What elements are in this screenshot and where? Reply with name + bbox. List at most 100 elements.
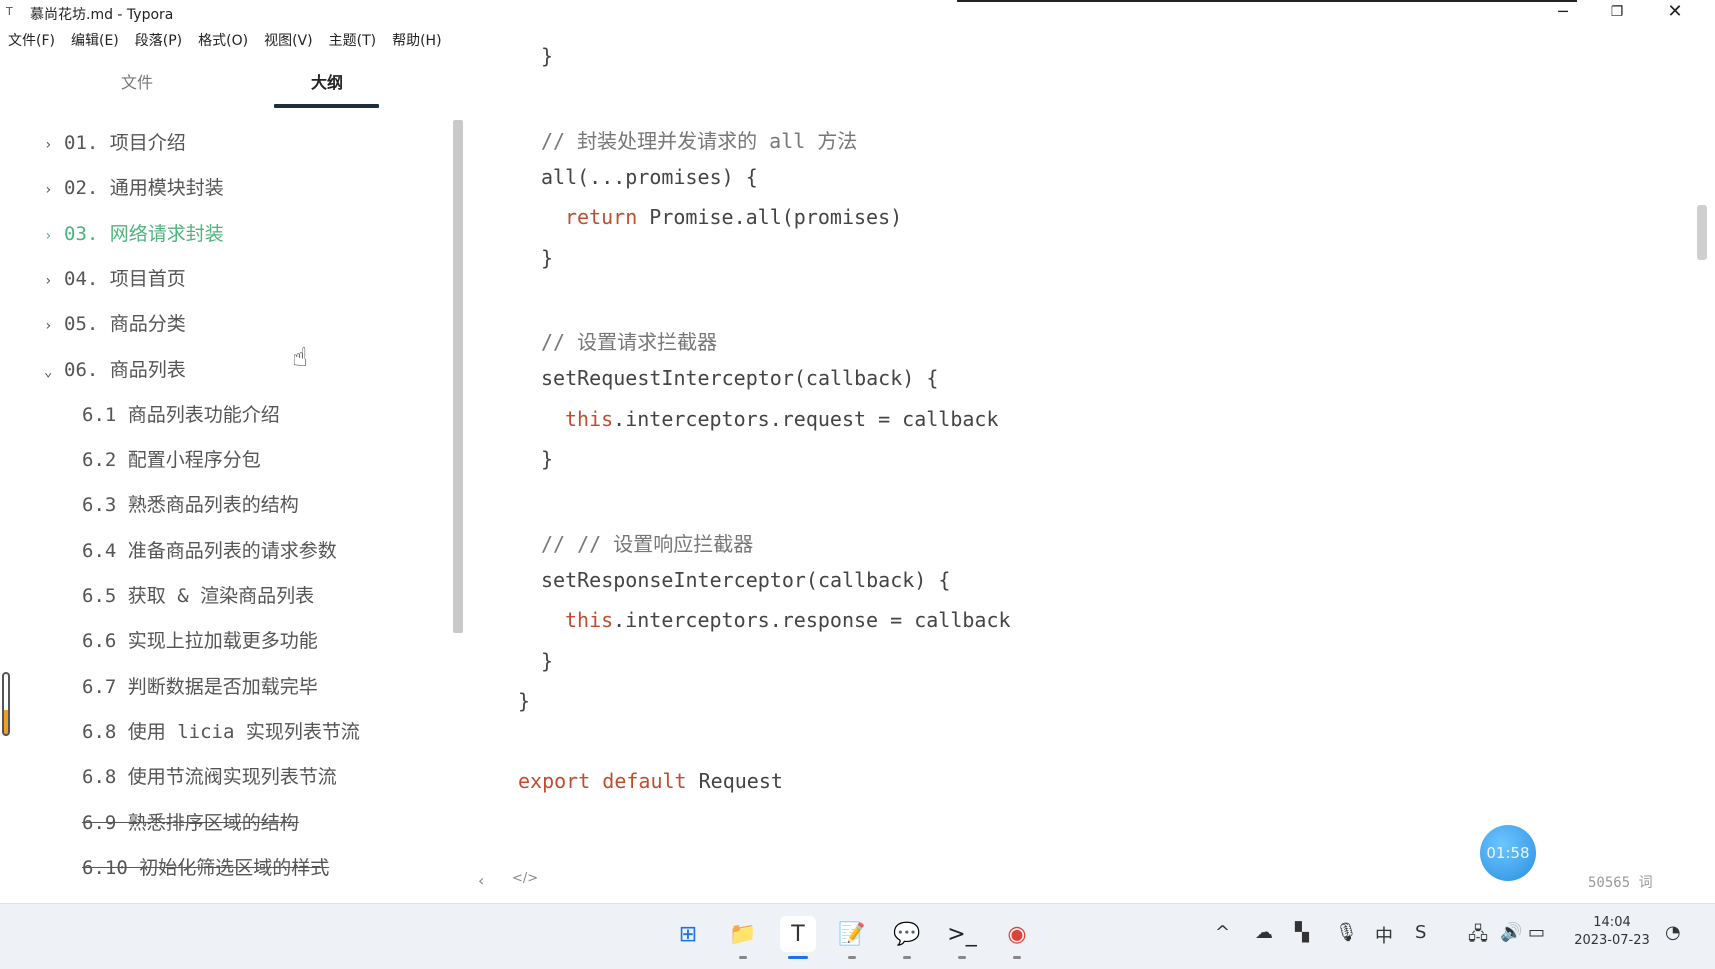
window-title: 慕尚花坊.md - Typora bbox=[30, 7, 174, 23]
code-line: this.interceptors.request = callback bbox=[565, 407, 998, 431]
outline-item[interactable]: 6.4 准备商品列表的请求参数 bbox=[0, 536, 337, 566]
close-button[interactable]: ✕ bbox=[1655, 1, 1695, 25]
chevron-up-icon[interactable]: ^ bbox=[1215, 922, 1230, 943]
taskbar-glyph: ◉ bbox=[1007, 921, 1027, 947]
battery-icon[interactable]: ▭ bbox=[1528, 922, 1545, 943]
outline-item[interactable]: 6.9 熟悉排序区域的结构 bbox=[0, 808, 299, 838]
maximize-button[interactable]: ❐ bbox=[1597, 1, 1637, 25]
wechat-icon[interactable]: 💬 bbox=[889, 916, 925, 959]
outline-item-label: 6.2 配置小程序分包 bbox=[82, 449, 261, 472]
notepad-icon[interactable]: 📝 bbox=[834, 916, 870, 959]
outline-item[interactable]: 6.8 使用节流阀实现列表节流 bbox=[0, 762, 337, 792]
code-keyword: this bbox=[565, 608, 614, 633]
typora-icon[interactable]: T bbox=[780, 916, 816, 959]
menu-item[interactable]: 帮助(H) bbox=[384, 30, 449, 52]
code-text: } bbox=[518, 688, 531, 713]
code-text: } bbox=[541, 245, 554, 270]
taskbar-clock[interactable]: 14:04 2023-07-23 bbox=[1567, 914, 1657, 950]
source-mode-button[interactable]: </> bbox=[512, 871, 538, 886]
tab-files[interactable]: 文件 bbox=[77, 70, 197, 96]
timer-badge[interactable]: 01:58 bbox=[1480, 825, 1536, 881]
code-line: // 封装处理并发请求的 all 方法 bbox=[541, 125, 857, 154]
chevron-right-icon[interactable]: › bbox=[44, 182, 58, 198]
code-comment: // 封装处理并发请求的 all 方法 bbox=[541, 128, 858, 153]
code-line: } bbox=[541, 44, 553, 68]
code-text: Request bbox=[686, 769, 783, 794]
code-comment: // 设置请求拦截器 bbox=[541, 330, 718, 355]
clock-date: 2023-07-23 bbox=[1574, 933, 1650, 948]
menu-item[interactable]: 段落(P) bbox=[127, 30, 190, 52]
outline-item-label: 6.8 使用 licia 实现列表节流 bbox=[82, 720, 360, 743]
outline-item[interactable]: › 03. 网络请求封装 bbox=[0, 219, 224, 249]
chrome-icon[interactable]: ◉ bbox=[999, 916, 1035, 959]
outline-item[interactable]: 6.7 判断数据是否加载完毕 bbox=[0, 672, 318, 702]
title-divider bbox=[957, 0, 1577, 2]
toggle-sidebar-button[interactable]: ‹ bbox=[478, 871, 484, 890]
outline-item[interactable]: 6.8 使用 licia 实现列表节流 bbox=[0, 717, 360, 747]
running-indicator bbox=[788, 956, 808, 959]
chevron-right-icon[interactable]: › bbox=[44, 137, 58, 153]
sidebar-scrollbar[interactable] bbox=[453, 120, 463, 633]
outline-item[interactable]: › 01. 项目介绍 bbox=[0, 128, 186, 158]
file-explorer-icon[interactable]: 📁 bbox=[725, 916, 761, 959]
volume-icon[interactable]: 🔊 bbox=[1500, 922, 1522, 943]
editor-scrollbar[interactable] bbox=[1697, 205, 1707, 260]
taskbar-glyph: >_ bbox=[947, 921, 977, 947]
code-text: } bbox=[541, 44, 554, 68]
outline-item[interactable]: › 05. 商品分类 bbox=[0, 309, 186, 339]
code-line: all(...promises) { bbox=[541, 165, 758, 189]
code-line: return Promise.all(promises) bbox=[565, 205, 902, 229]
minimize-button[interactable]: ─ bbox=[1543, 1, 1583, 25]
chevron-right-icon[interactable]: › bbox=[44, 318, 58, 334]
sogou-icon[interactable]: S bbox=[1415, 922, 1426, 943]
code-line: } bbox=[541, 246, 553, 270]
chevron-right-icon[interactable]: › bbox=[44, 273, 58, 289]
code-keyword: export bbox=[518, 769, 591, 794]
notification-icon[interactable]: ◔ bbox=[1665, 922, 1681, 943]
ime-icon[interactable]: 中 bbox=[1375, 922, 1393, 948]
taskbar-glyph: 📝 bbox=[838, 921, 866, 947]
outline-item[interactable]: 6.10 初始化筛选区域的样式 bbox=[0, 853, 329, 883]
code-text: .interceptors.response = callback bbox=[613, 608, 1011, 633]
code-comment: // // 设置响应拦截器 bbox=[541, 531, 754, 556]
menu-item[interactable]: 编辑(E) bbox=[63, 30, 127, 52]
cloud-sync-icon[interactable]: ☁ bbox=[1255, 922, 1273, 943]
terminal-icon[interactable]: >_ bbox=[944, 916, 980, 959]
tab-outline[interactable]: 大纲 bbox=[267, 70, 387, 96]
menu-item[interactable]: 主题(T) bbox=[321, 30, 384, 52]
chevron-right-icon[interactable]: › bbox=[44, 228, 58, 244]
code-line: export default Request bbox=[518, 769, 783, 793]
start-icon[interactable]: ⊞ bbox=[670, 916, 706, 952]
outline-item[interactable]: › 04. 项目首页 bbox=[0, 264, 186, 294]
code-text: setResponseInterceptor(callback) { bbox=[541, 567, 951, 592]
outline-item[interactable]: ⌄ 06. 商品列表 bbox=[0, 355, 186, 385]
code-line: setRequestInterceptor(callback) { bbox=[541, 366, 938, 390]
outline-item-label: 03. 网络请求封装 bbox=[64, 222, 224, 245]
menu-item[interactable]: 格式(O) bbox=[190, 30, 256, 52]
edge-handle[interactable] bbox=[2, 672, 10, 736]
code-text: all(...promises) { bbox=[541, 164, 758, 189]
network-icon[interactable]: 🖧 bbox=[1468, 922, 1488, 952]
outline-item[interactable]: 6.2 配置小程序分包 bbox=[0, 445, 261, 475]
word-count[interactable]: 50565 词 bbox=[1588, 872, 1653, 892]
menu-bar: 文件(F) 编辑(E) 段落(P) 格式(O) 视图(V) 主题(T) 帮助(H) bbox=[0, 30, 450, 52]
taskbar-glyph: 📁 bbox=[729, 921, 757, 947]
microphone-icon[interactable]: 🎙 bbox=[1335, 922, 1358, 943]
code-text: setRequestInterceptor(callback) { bbox=[541, 366, 939, 391]
taskbar: 14:04 2023-07-23 ◔ ⊞ 📁 T 📝 💬 >_ ◉ ^ ☁ ▚ 🎙 中 S 🖧 🔊 ▭ bbox=[0, 903, 1715, 969]
typora-app-icon: T bbox=[6, 5, 13, 18]
bookmark-icon[interactable]: ▚ bbox=[1295, 922, 1309, 943]
running-indicator bbox=[739, 956, 747, 959]
outline-item[interactable]: 6.1 商品列表功能介绍 bbox=[0, 400, 280, 430]
outline-item[interactable]: 6.5 获取 & 渲染商品列表 bbox=[0, 581, 314, 611]
outline-item[interactable]: › 02. 通用模块封装 bbox=[0, 173, 224, 203]
code-line: } bbox=[518, 689, 530, 713]
menu-item[interactable]: 文件(F) bbox=[0, 30, 63, 52]
outline-item[interactable]: 6.6 实现上拉加载更多功能 bbox=[0, 626, 318, 656]
title-bar: T 慕尚花坊.md - Typora ─ ❐ ✕ bbox=[0, 0, 1715, 26]
code-text: Promise.all(promises) bbox=[637, 205, 903, 230]
chevron-down-icon[interactable]: ⌄ bbox=[44, 364, 58, 380]
outline-item[interactable]: 6.3 熟悉商品列表的结构 bbox=[0, 490, 299, 520]
menu-item[interactable]: 视图(V) bbox=[256, 30, 321, 52]
